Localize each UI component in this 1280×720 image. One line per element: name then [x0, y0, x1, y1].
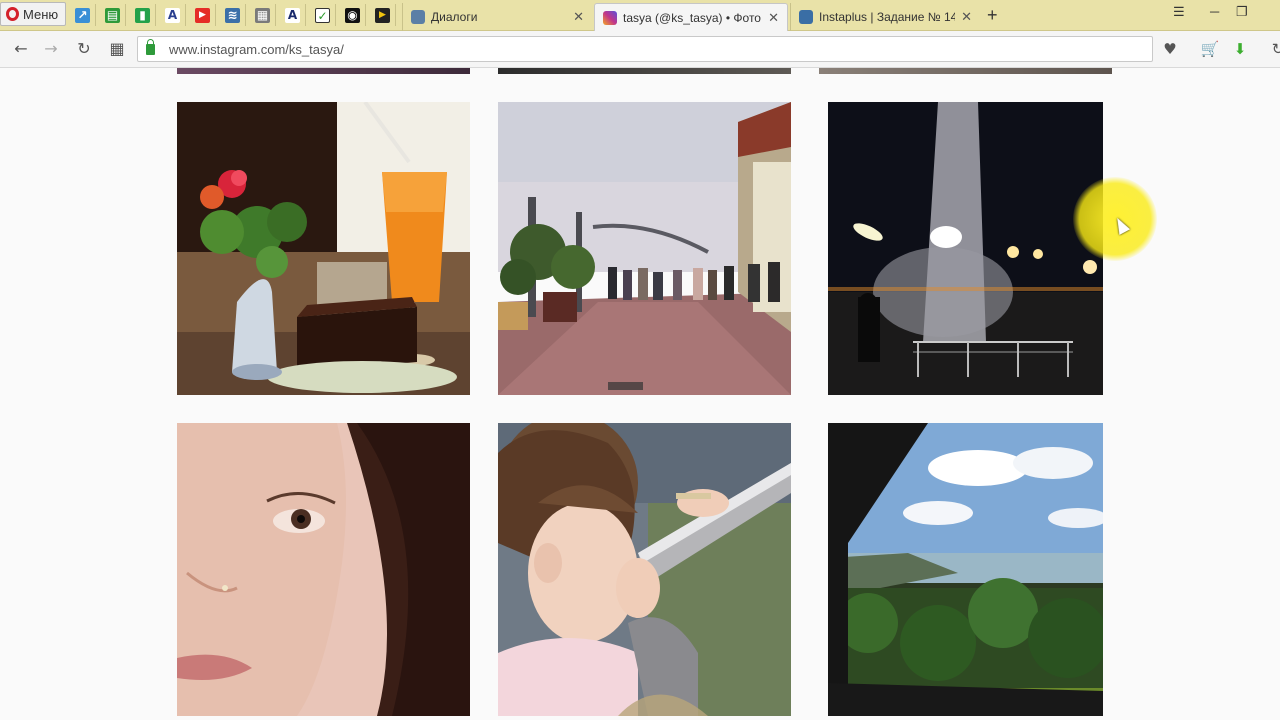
checkmark-icon: ✓ — [315, 7, 330, 23]
url-field[interactable]: www.instagram.com/ks_tasya/ — [137, 36, 1153, 62]
document-icon: ▦ — [255, 7, 270, 23]
photo-thumbnail[interactable] — [177, 68, 470, 74]
tab-title: Instaplus | Задание № 14( — [819, 10, 956, 24]
heart-icon[interactable]: ♥ — [1160, 39, 1180, 59]
black-square-icon: ◉ — [345, 7, 360, 23]
tab-instagram[interactable]: tasya (@ks_tasya) • Фото и ✕ — [594, 3, 788, 31]
reload-icon[interactable]: ↻ — [74, 39, 94, 59]
green-bars-icon: ▮ — [135, 7, 150, 23]
photo-girl-at-railing[interactable] — [498, 423, 791, 716]
trend-chart-icon: ↗ — [75, 7, 90, 23]
restore-icon[interactable]: ❐ — [1236, 4, 1248, 20]
photo-coastline-view[interactable] — [828, 423, 1103, 716]
photo-portrait-woman[interactable] — [177, 423, 470, 716]
speed-dial-item[interactable]: ▤ — [100, 4, 126, 26]
download-icon[interactable]: ⬇ — [1230, 39, 1250, 59]
cart-icon[interactable]: 🛒 — [1200, 39, 1220, 59]
speed-dial-item[interactable]: ≋ — [220, 4, 246, 26]
speed-dial-bar: ↗ ▤ ▮ A ▶ ≋ ▦ A ✓ ◉ ▶ — [70, 4, 396, 26]
minimize-icon[interactable]: ─ — [1210, 4, 1219, 19]
lock-icon — [146, 38, 155, 55]
tab-dialogs[interactable]: Диалоги ✕ — [402, 3, 592, 31]
new-tab-button[interactable]: + — [987, 5, 998, 26]
speed-dial-item[interactable]: ▶ — [190, 4, 216, 26]
tab-title: tasya (@ks_tasya) • Фото и — [623, 10, 763, 25]
instagram-icon — [603, 10, 617, 25]
speed-dial-item[interactable]: A — [280, 4, 306, 26]
speed-dial-item[interactable]: ▮ — [130, 4, 156, 26]
photo-thumbnail[interactable] — [819, 68, 1112, 74]
speed-dial-item[interactable]: ◉ — [340, 4, 366, 26]
photo-night-fountain[interactable] — [828, 102, 1103, 395]
photo-thumbnail[interactable] — [498, 68, 791, 74]
forward-icon[interactable]: → — [41, 39, 61, 59]
tab-strip: Меню ↗ ▤ ▮ A ▶ ≋ ▦ A ✓ ◉ ▶ Диалоги ✕ tas… — [0, 0, 1280, 31]
sync-icon[interactable]: ↻ — [1268, 39, 1280, 59]
instagram-profile-feed — [0, 68, 1280, 720]
photo-promenade[interactable] — [498, 102, 791, 395]
back-icon[interactable]: ← — [11, 39, 31, 59]
url-text: www.instagram.com/ks_tasya/ — [169, 41, 344, 57]
close-tab-icon[interactable]: ✕ — [573, 9, 584, 25]
play-circle-icon: ▶ — [375, 7, 390, 23]
speed-dial-item[interactable]: ✓ — [310, 4, 336, 26]
opera-menu-button[interactable]: Меню — [0, 2, 66, 26]
photo-cake-and-juice[interactable] — [177, 102, 470, 395]
tab-title: Диалоги — [431, 10, 478, 24]
close-tab-icon[interactable]: ✕ — [768, 10, 779, 26]
vk-icon — [411, 10, 425, 24]
stack-icon: ≋ — [225, 7, 240, 23]
close-tab-icon[interactable]: ✕ — [961, 9, 972, 25]
opera-logo-icon — [6, 7, 19, 21]
tab-instaplus[interactable]: Instaplus | Задание № 14( ✕ — [790, 3, 980, 31]
youtube-icon: ▶ — [195, 7, 210, 23]
font-a-icon: A — [165, 7, 180, 23]
menu-label: Меню — [23, 6, 59, 22]
speed-dial-item[interactable]: A — [160, 4, 186, 26]
speed-dial-item[interactable]: ↗ — [70, 4, 96, 26]
font-a-outline-icon: A — [285, 7, 300, 23]
tab-menu-icon[interactable]: ☰ — [1173, 4, 1185, 20]
speed-dial-grid-icon[interactable]: ▦ — [107, 39, 127, 59]
address-toolbar: ← → ↻ ▦ www.instagram.com/ks_tasya/ ♥ 🛒 … — [0, 31, 1280, 68]
speed-dial-item[interactable]: ▶ — [370, 4, 396, 26]
speed-dial-item[interactable]: ▦ — [250, 4, 276, 26]
instaplus-icon — [799, 10, 813, 24]
spreadsheet-icon: ▤ — [105, 7, 120, 23]
